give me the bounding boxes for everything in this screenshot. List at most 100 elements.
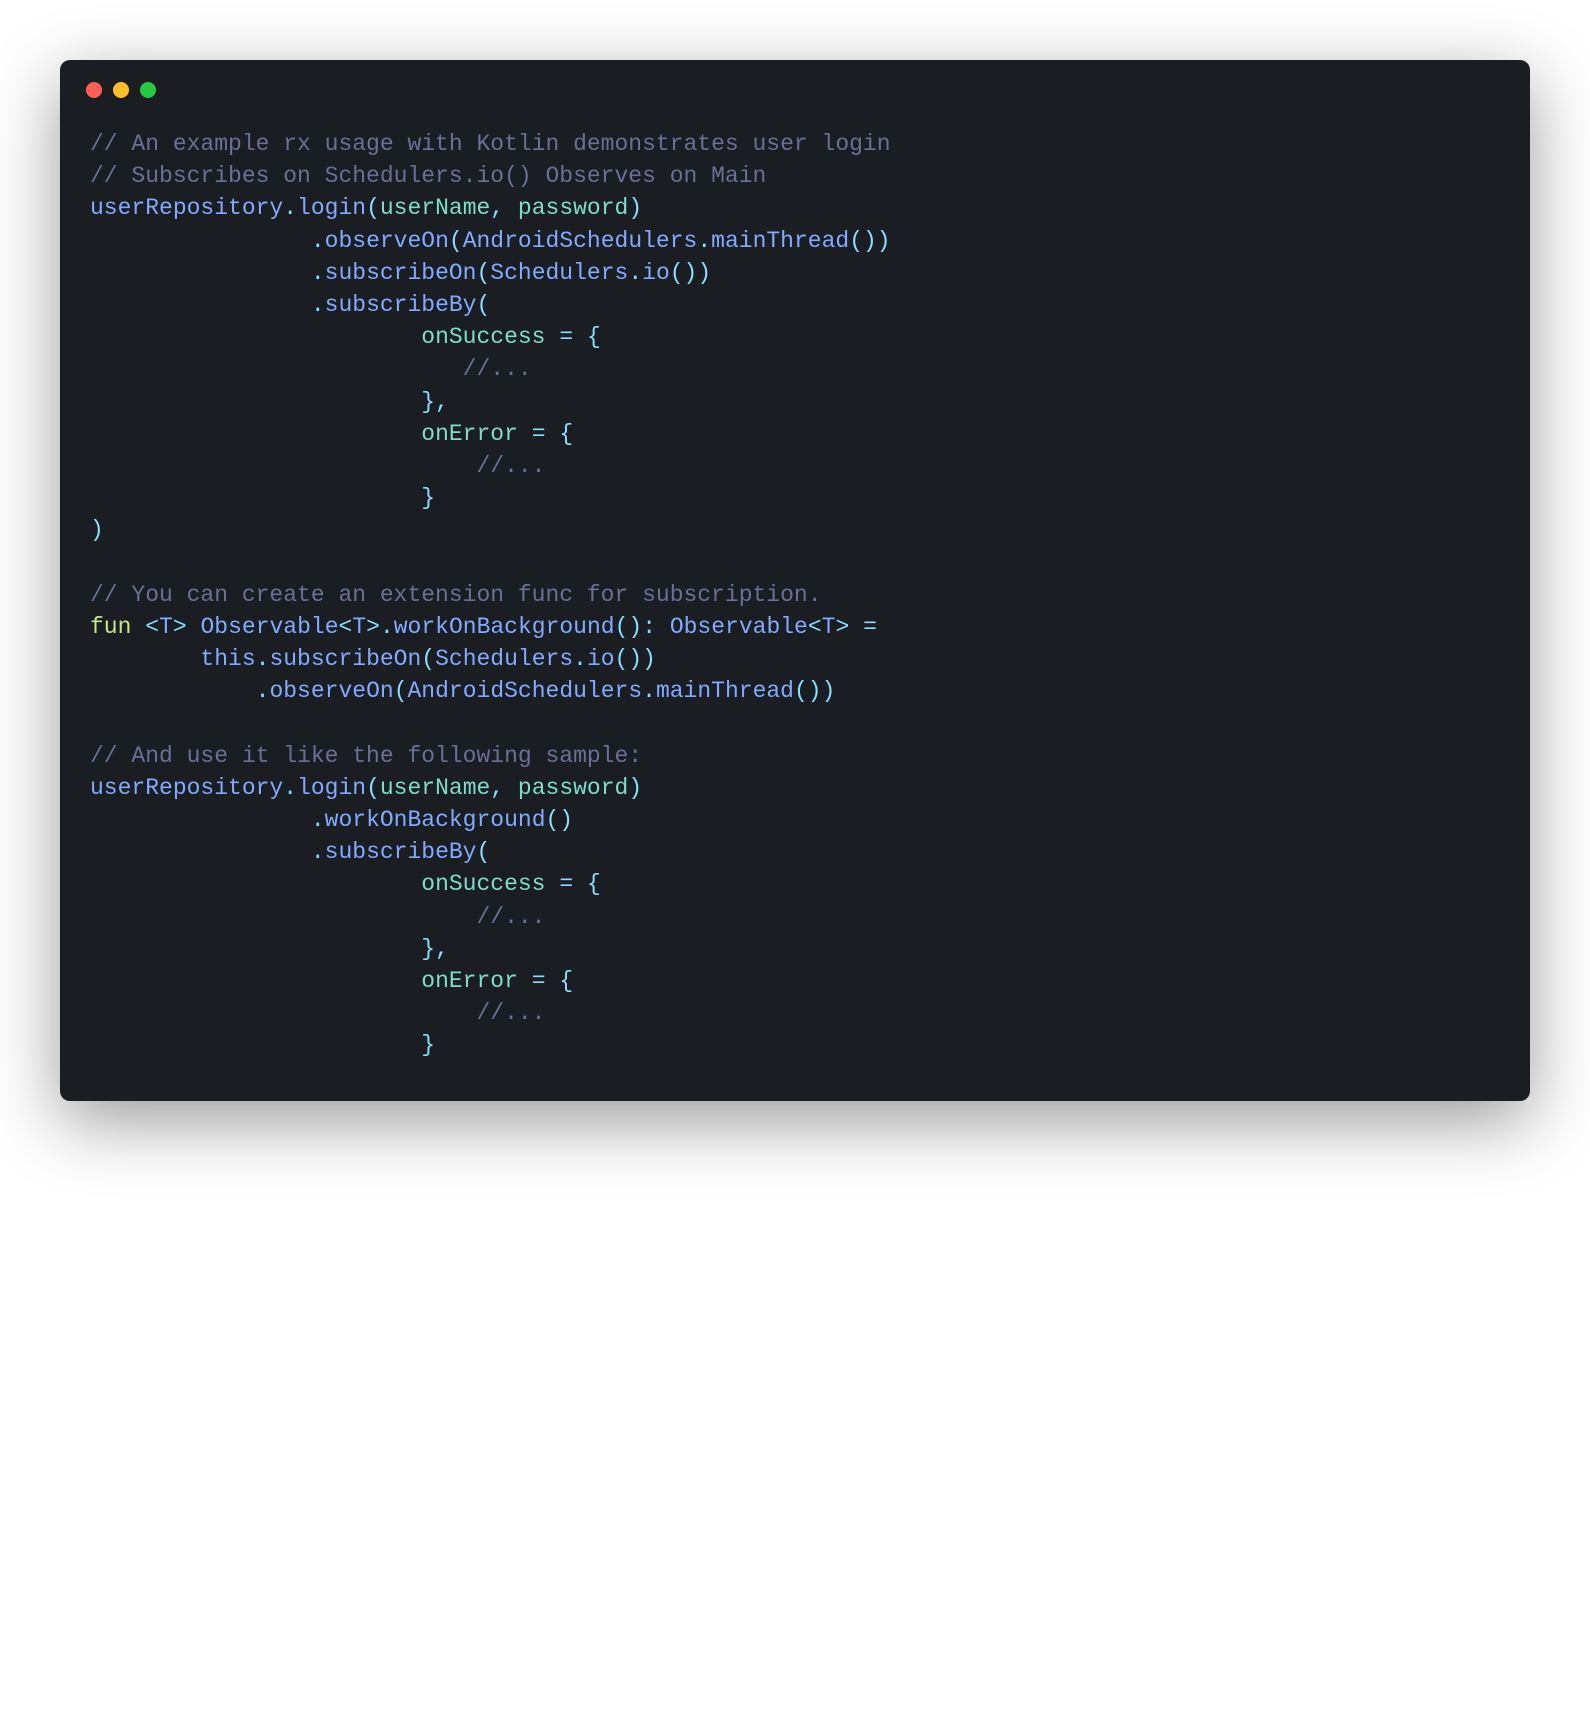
code-line: .observeOn(AndroidSchedulers.mainThread(… xyxy=(90,675,1500,707)
code-line: .subscribeOn(Schedulers.io()) xyxy=(90,257,1500,289)
code-token-punct: . xyxy=(256,678,270,704)
code-token-punct: }, xyxy=(421,389,449,415)
code-token-punct: ()) xyxy=(615,646,656,672)
code-line: userRepository.login(userName, password) xyxy=(90,192,1500,224)
code-token-punct: . xyxy=(311,292,325,318)
code-token-punct: . xyxy=(697,228,711,254)
code-token-plain xyxy=(546,871,560,897)
code-token-punct: = xyxy=(559,871,573,897)
code-token-ident: workOnBackground xyxy=(394,614,615,640)
code-token-punct: . xyxy=(573,646,587,672)
code-token-plain xyxy=(90,356,463,382)
code-token-ident: workOnBackground xyxy=(325,807,546,833)
code-token-punct: ( xyxy=(449,228,463,254)
code-line: onError = { xyxy=(90,418,1500,450)
code-token-param: userName xyxy=(380,775,490,801)
code-token-comment: //... xyxy=(476,904,545,930)
code-line: //... xyxy=(90,353,1500,385)
code-token-comment: // You can create an extension func for … xyxy=(90,582,822,608)
code-token-plain xyxy=(546,968,560,994)
code-token-ident: userRepository xyxy=(90,775,283,801)
code-token-ident: Schedulers xyxy=(435,646,573,672)
close-icon[interactable] xyxy=(86,82,102,98)
code-editor[interactable]: // An example rx usage with Kotlin demon… xyxy=(60,108,1530,1101)
code-line: } xyxy=(90,1029,1500,1061)
code-line: onError = { xyxy=(90,965,1500,997)
code-token-punct: ) xyxy=(628,195,642,221)
code-token-plain xyxy=(90,485,421,511)
code-line: userRepository.login(userName, password) xyxy=(90,772,1500,804)
code-token-punct: ( xyxy=(476,292,490,318)
code-token-ident: Observable xyxy=(200,614,338,640)
code-token-punct: , xyxy=(490,195,504,221)
code-token-comment: //... xyxy=(476,1000,545,1026)
code-token-plain xyxy=(90,324,421,350)
code-token-plain xyxy=(504,775,518,801)
code-token-plain xyxy=(90,421,421,447)
code-token-param: onError xyxy=(421,968,518,994)
code-token-plain xyxy=(518,968,532,994)
code-token-punct: ()) xyxy=(670,260,711,286)
code-line: onSuccess = { xyxy=(90,321,1500,353)
code-token-punct: , xyxy=(490,775,504,801)
code-token-punct: }, xyxy=(421,936,449,962)
code-line: .observeOn(AndroidSchedulers.mainThread(… xyxy=(90,225,1500,257)
code-token-punct: . xyxy=(283,775,297,801)
code-token-punct: ( xyxy=(366,195,380,221)
code-window: // An example rx usage with Kotlin demon… xyxy=(60,60,1530,1101)
code-line: .subscribeBy( xyxy=(90,289,1500,321)
code-token-punct: { xyxy=(587,324,601,350)
code-token-ident: Observable xyxy=(670,614,808,640)
code-token-ident: subscribeBy xyxy=(325,839,477,865)
code-token-ident: T xyxy=(352,614,366,640)
code-token-punct: ()) xyxy=(849,228,890,254)
code-token-ident: observeOn xyxy=(325,228,449,254)
code-line: // An example rx usage with Kotlin demon… xyxy=(90,128,1500,160)
code-token-plain xyxy=(90,228,311,254)
code-token-plain xyxy=(90,968,421,994)
code-token-punct: . xyxy=(311,228,325,254)
code-token-plain xyxy=(90,292,311,318)
code-line: } xyxy=(90,482,1500,514)
maximize-icon[interactable] xyxy=(140,82,156,98)
code-line: //... xyxy=(90,997,1500,1029)
code-token-ident: subscribeOn xyxy=(269,646,421,672)
code-token-param: password xyxy=(518,195,628,221)
code-token-ident: io xyxy=(587,646,615,672)
code-token-punct: { xyxy=(559,968,573,994)
code-token-ident: io xyxy=(642,260,670,286)
code-token-comment: // Subscribes on Schedulers.io() Observe… xyxy=(90,163,766,189)
code-token-ident: T xyxy=(822,614,836,640)
code-token-punct: . xyxy=(311,260,325,286)
window-titlebar xyxy=(60,60,1530,108)
code-token-param: onSuccess xyxy=(421,324,545,350)
code-token-plain xyxy=(504,195,518,221)
code-token-plain xyxy=(90,646,200,672)
code-line: ) xyxy=(90,514,1500,546)
code-token-punct: ( xyxy=(421,646,435,672)
code-token-punct: { xyxy=(559,421,573,447)
minimize-icon[interactable] xyxy=(113,82,129,98)
code-token-punct: . xyxy=(642,678,656,704)
code-token-ident: mainThread xyxy=(711,228,849,254)
code-token-punct: < xyxy=(145,614,159,640)
code-token-plain xyxy=(90,389,421,415)
code-token-keyword: fun xyxy=(90,614,131,640)
code-token-ident: subscribeOn xyxy=(325,260,477,286)
code-token-ident: T xyxy=(159,614,173,640)
code-token-plain xyxy=(849,614,863,640)
code-token-punct: = xyxy=(532,421,546,447)
code-token-punct: = xyxy=(559,324,573,350)
code-token-punct: = xyxy=(532,968,546,994)
code-token-punct: } xyxy=(421,1032,435,1058)
code-token-punct: (): xyxy=(615,614,656,640)
code-token-punct: ( xyxy=(366,775,380,801)
code-token-plain xyxy=(90,1032,421,1058)
code-line: // And use it like the following sample: xyxy=(90,740,1500,772)
code-token-punct: ) xyxy=(628,775,642,801)
code-token-plain xyxy=(573,324,587,350)
code-token-punct: > xyxy=(173,614,187,640)
code-token-punct: . xyxy=(283,195,297,221)
code-line: // You can create an extension func for … xyxy=(90,579,1500,611)
code-token-ident: observeOn xyxy=(269,678,393,704)
